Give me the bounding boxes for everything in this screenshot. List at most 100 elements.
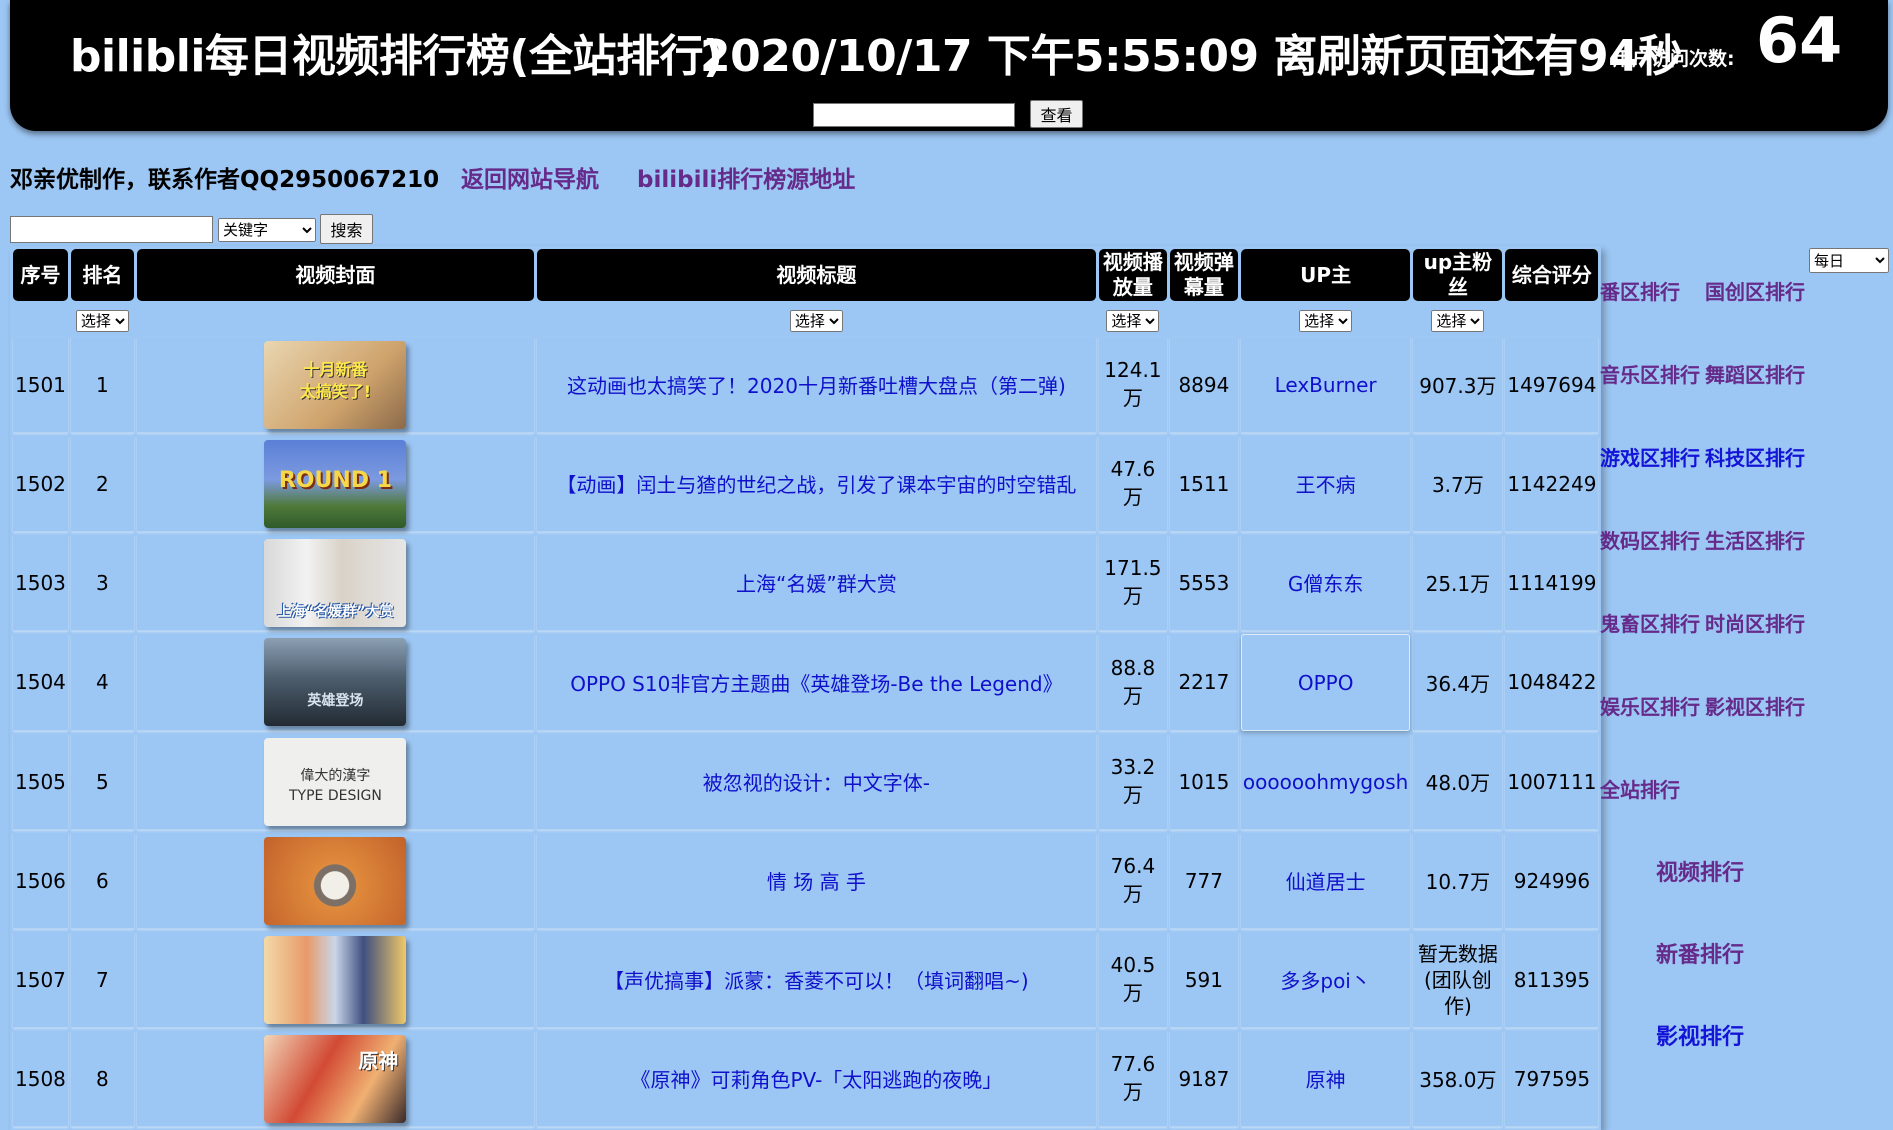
sidebar-item-dance[interactable]: 舞蹈区排行 (1705, 359, 1805, 388)
table-row: 1503 3 上海“名媛群”大赏 上海“名媛”群大赏 171.5万 5553 G… (13, 535, 1599, 631)
video-thumbnail[interactable]: ROUND 1 (264, 439, 407, 528)
video-thumbnail[interactable]: 上海“名媛群”大赏 (264, 538, 407, 627)
sidebar-item-music[interactable]: 音乐区排行 (1600, 359, 1700, 388)
header-rank[interactable]: 排名 (70, 249, 134, 301)
header-score[interactable]: 综合评分 (1505, 249, 1599, 301)
view-input[interactable] (813, 103, 1015, 127)
period-select[interactable]: 每日 (1809, 248, 1889, 273)
row-plays: 33.2万 (1098, 734, 1167, 830)
title-filter-select[interactable]: 选择 (789, 309, 843, 332)
sidebar-item-video[interactable]: 视频排行 (1656, 855, 1744, 887)
header-fans[interactable]: up主粉丝 (1413, 249, 1503, 301)
video-thumbnail[interactable]: 十月新番 太搞笑了! (264, 340, 407, 429)
row-score: 1048422 (1505, 634, 1599, 731)
header-title[interactable]: 视频标题 (536, 249, 1096, 301)
sidebar-item-life[interactable]: 生活区排行 (1705, 525, 1805, 554)
table-header-row: 序号 排名 视频封面 视频标题 视频播放量 视频弹幕量 UP主 up主粉丝 综合… (13, 249, 1599, 301)
search-button[interactable]: 搜索 (320, 214, 373, 244)
video-thumbnail[interactable]: 偉大的漢字 TYPE DESIGN (264, 737, 407, 826)
row-up: oooooohmygosh (1240, 734, 1411, 830)
row-danmaku: 9187 (1169, 1031, 1238, 1127)
header-danmaku[interactable]: 视频弹幕量 (1169, 249, 1238, 301)
header-cover[interactable]: 视频封面 (136, 249, 534, 301)
row-plays: 124.1万 (1098, 337, 1167, 433)
up-link[interactable]: 仙道居士 (1286, 870, 1366, 894)
up-filter-select[interactable]: 选择 (1299, 309, 1353, 332)
video-thumbnail[interactable] (264, 935, 407, 1024)
sidebar-item-digital[interactable]: 数码区排行 (1600, 525, 1700, 554)
row-fans: 10.7万 (1413, 833, 1503, 929)
sidebar-item-cinema[interactable]: 影视区排行 (1705, 691, 1805, 720)
up-link[interactable]: 王不病 (1296, 473, 1356, 497)
row-rank: 1 (70, 337, 134, 433)
row-up: G僧东东 (1240, 535, 1411, 631)
row-title: 被忽视的设计：中文字体- (536, 734, 1096, 830)
up-link[interactable]: 多多poi丶 (1280, 969, 1371, 993)
video-title-link[interactable]: 这动画也太搞笑了！2020十月新番吐槽大盘点（第二弹) (567, 374, 1066, 398)
page-title: bilibli每日视频排行榜(全站排行) (70, 31, 723, 82)
up-link[interactable]: oooooohmygosh (1243, 770, 1408, 794)
video-title-link[interactable]: 上海“名媛”群大赏 (736, 572, 897, 596)
sidebar-item-newanime[interactable]: 新番排行 (1656, 937, 1744, 969)
row-plays: 88.8万 (1098, 634, 1167, 731)
plays-filter-select[interactable]: 选择 (1106, 309, 1160, 332)
thumbnail-caption: 十月新番 太搞笑了! (299, 359, 372, 401)
sidebar-item-kichiku[interactable]: 鬼畜区排行 (1600, 608, 1700, 637)
row-score: 1142249 (1505, 436, 1599, 532)
row-rank: 8 (70, 1031, 134, 1127)
row-title: OPPO S10非官方主题曲《英雄登场-Be the Legend》 (536, 634, 1096, 731)
row-fans: 907.3万 (1413, 337, 1503, 433)
video-title-link[interactable]: 【动画】闰土与猹的世纪之战，引发了课本宇宙的时空错乱 (556, 473, 1076, 497)
sidebar-item-bangumi[interactable]: 番区排行 (1600, 276, 1680, 305)
row-cover: 英雄登场 (136, 634, 534, 731)
row-plays: 47.6万 (1098, 436, 1167, 532)
sidebar-item-game[interactable]: 游戏区排行 (1600, 442, 1700, 471)
video-thumbnail[interactable] (264, 836, 407, 925)
author-credit: 邓亲优制作，联系作者QQ2950067210 (10, 167, 440, 193)
sidebar-item-tech[interactable]: 科技区排行 (1705, 442, 1805, 471)
row-seq: 1506 (13, 833, 68, 929)
video-title-link[interactable]: 情 场 高 手 (767, 870, 866, 894)
keyword-search-input[interactable] (10, 216, 213, 243)
sidebar-item-guochuang[interactable]: 国创区排行 (1705, 276, 1805, 305)
row-rank: 4 (70, 634, 134, 731)
video-thumbnail[interactable]: 原神 (264, 1034, 407, 1123)
row-score: 924996 (1505, 833, 1599, 929)
table-row: 1508 8 原神 《原神》可莉角色PV-「太阳逃跑的夜晚」 77.6万 918… (13, 1031, 1599, 1127)
header-seq[interactable]: 序号 (13, 249, 68, 301)
row-cover: 偉大的漢字 TYPE DESIGN (136, 734, 534, 830)
row-title: 上海“名媛”群大赏 (536, 535, 1096, 631)
table-row: 1502 2 ROUND 1 【动画】闰土与猹的世纪之战，引发了课本宇宙的时空错… (13, 436, 1599, 532)
video-title-link[interactable]: 被忽视的设计：中文字体- (703, 771, 930, 795)
table-row: 1507 7 【声优搞事】派蒙：香菱不可以！（填词翻唱~) 40.5万 591 … (13, 932, 1599, 1028)
thumbnail-caption: 原神 (358, 1048, 399, 1073)
row-seq: 1507 (13, 932, 68, 1028)
row-plays: 76.4万 (1098, 833, 1167, 929)
thumbnail-caption: 上海“名媛群”大赏 (277, 603, 394, 620)
video-title-link[interactable]: OPPO S10非官方主题曲《英雄登场-Be the Legend》 (570, 672, 1062, 696)
video-title-link[interactable]: 《原神》可莉角色PV-「太阳逃跑的夜晚」 (631, 1068, 1003, 1092)
row-fans: 暂无数据(团队创作) (1413, 932, 1503, 1028)
header-plays[interactable]: 视频播放量 (1098, 249, 1167, 301)
row-danmaku: 777 (1169, 833, 1238, 929)
search-field-select[interactable]: 关键字 (218, 218, 316, 242)
up-link[interactable]: G僧东东 (1288, 572, 1364, 596)
table-row: 1506 6 情 场 高 手 76.4万 777 仙道居士 10.7万 9249… (13, 833, 1599, 929)
sidebar-item-all[interactable]: 全站排行 (1600, 774, 1680, 803)
up-link[interactable]: 原神 (1306, 1068, 1346, 1092)
row-cover: 十月新番 太搞笑了! (136, 337, 534, 433)
fans-filter-select[interactable]: 选择 (1431, 309, 1485, 332)
sidebar-item-fashion[interactable]: 时尚区排行 (1705, 608, 1805, 637)
video-thumbnail[interactable]: 英雄登场 (264, 638, 407, 726)
rank-filter-select[interactable]: 选择 (75, 309, 129, 332)
site-nav-link[interactable]: 返回网站导航 (461, 160, 599, 194)
sidebar-item-film[interactable]: 影视排行 (1656, 1019, 1744, 1051)
video-title-link[interactable]: 【声优搞事】派蒙：香菱不可以！（填词翻唱~) (604, 969, 1029, 993)
up-link[interactable]: LexBurner (1275, 373, 1377, 397)
source-link[interactable]: bilibili排行榜源地址 (637, 160, 855, 194)
header-up[interactable]: UP主 (1240, 249, 1411, 301)
visits-label: 用户访问次数: (1613, 48, 1735, 70)
up-link[interactable]: OPPO (1298, 671, 1354, 695)
view-button[interactable]: 查看 (1030, 100, 1083, 128)
sidebar-item-ent[interactable]: 娱乐区排行 (1600, 691, 1700, 720)
